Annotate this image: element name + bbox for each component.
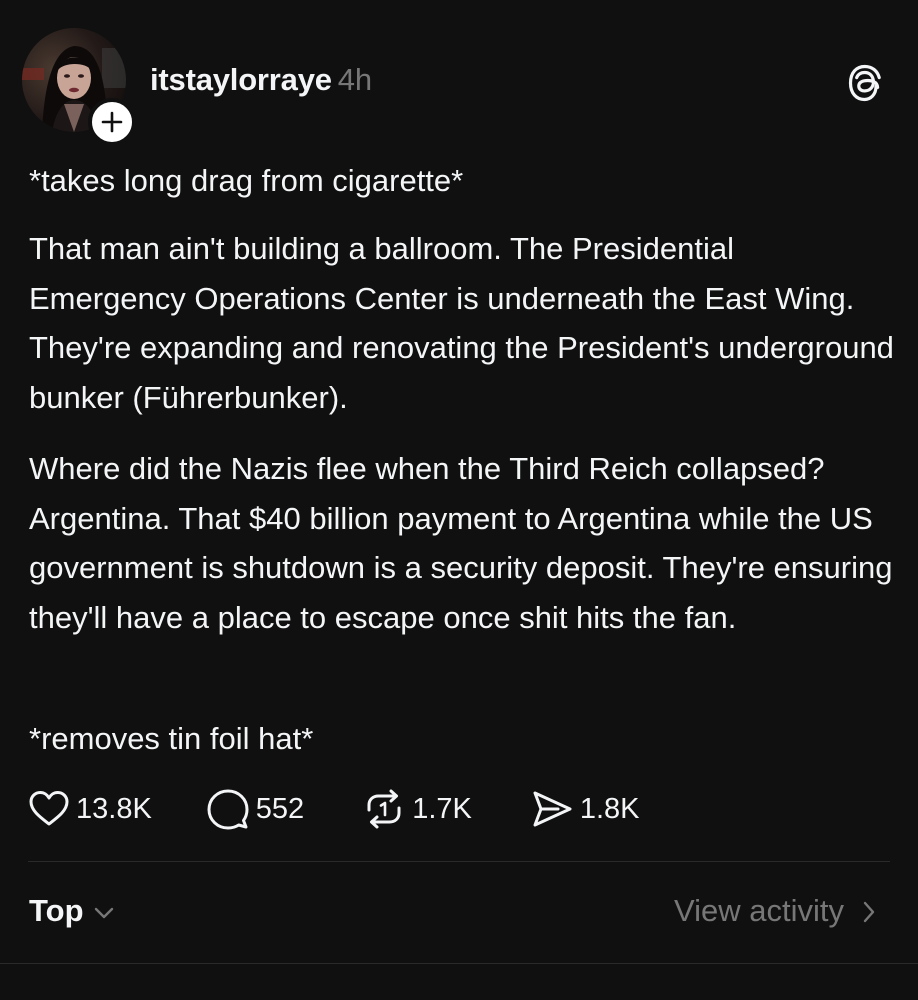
post-paragraph: Where did the Nazis flee when the Third … bbox=[29, 451, 893, 635]
username-line: itstaylorraye 4h bbox=[150, 62, 372, 98]
send-icon bbox=[533, 791, 572, 827]
heart-icon bbox=[29, 791, 69, 826]
like-button[interactable]: 13.8K bbox=[28, 785, 152, 833]
divider bbox=[0, 963, 918, 964]
share-count: 1.8K bbox=[579, 792, 640, 825]
follow-button[interactable] bbox=[88, 98, 136, 146]
view-activity-label: View activity bbox=[674, 893, 844, 928]
username[interactable]: itstaylorraye bbox=[150, 62, 332, 97]
divider bbox=[28, 861, 890, 862]
avatar-container[interactable] bbox=[22, 28, 136, 146]
post-header: itstaylorraye 4h bbox=[22, 28, 892, 146]
post-paragraph: *takes long drag from cigarette* bbox=[29, 163, 464, 198]
share-button[interactable]: 1.8K bbox=[530, 785, 640, 833]
chevron-down-icon bbox=[94, 907, 113, 919]
timestamp: 4h bbox=[337, 62, 372, 97]
repost-button[interactable]: 1.7K bbox=[362, 785, 472, 833]
sort-label: Top bbox=[29, 893, 84, 928]
sort-toggle[interactable]: Top bbox=[29, 893, 114, 929]
chevron-right-icon bbox=[863, 901, 875, 923]
speech-bubble-icon bbox=[207, 789, 249, 830]
like-count: 13.8K bbox=[76, 792, 152, 825]
reply-button[interactable]: 552 bbox=[206, 785, 304, 833]
plus-icon bbox=[101, 111, 123, 133]
threads-logo-icon[interactable] bbox=[844, 62, 886, 104]
reply-count: 552 bbox=[255, 792, 305, 825]
view-activity-link[interactable]: View activity bbox=[674, 893, 876, 929]
repost-icon bbox=[367, 789, 401, 829]
repost-count: 1.7K bbox=[412, 792, 472, 825]
post-paragraph: *removes tin foil hat* bbox=[29, 721, 314, 756]
post-paragraph: That man ain't building a ballroom. The … bbox=[29, 231, 894, 415]
post-actions: 13.8K 552 1.7K 1.8K bbox=[28, 785, 694, 833]
